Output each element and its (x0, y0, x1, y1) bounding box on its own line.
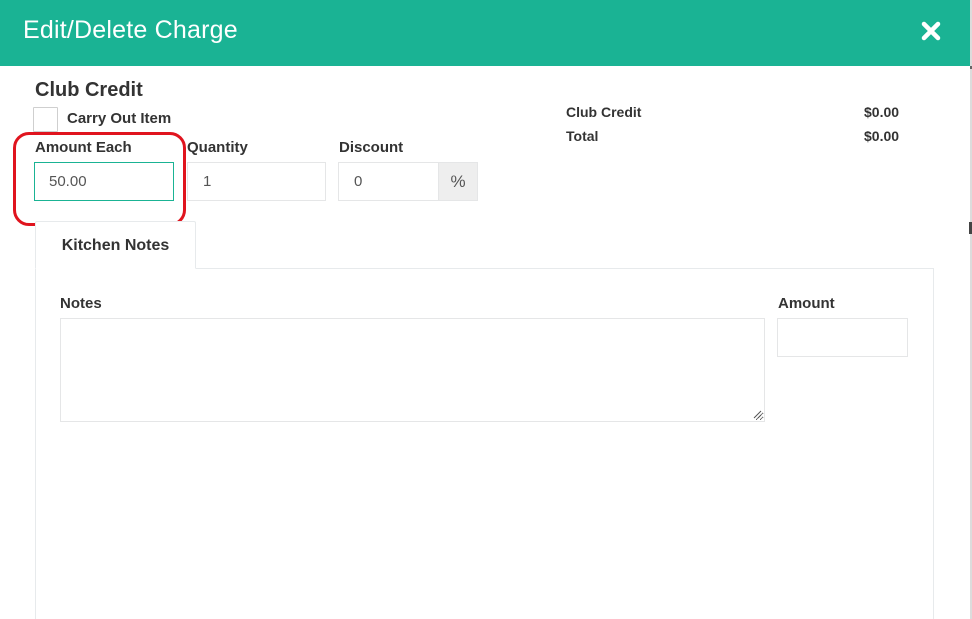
tab-kitchen-notes[interactable]: Kitchen Notes (35, 221, 196, 269)
quantity-label: Quantity (187, 139, 248, 156)
close-button[interactable] (916, 16, 946, 46)
modal-title: Edit/Delete Charge (23, 16, 238, 44)
amount-each-input[interactable] (34, 162, 174, 201)
discount-label: Discount (339, 139, 404, 156)
discount-input[interactable] (338, 162, 439, 201)
discount-percent-addon: % (439, 162, 478, 201)
carry-out-checkbox[interactable] (33, 107, 58, 132)
quantity-input[interactable] (187, 162, 326, 201)
summary-value-club-credit: $0.00 (864, 104, 900, 120)
notes-label: Notes (60, 295, 102, 312)
notes-textarea[interactable] (60, 318, 765, 422)
summary-value-total: $0.00 (864, 128, 900, 144)
item-name: Club Credit (35, 79, 143, 101)
close-icon (921, 21, 941, 41)
carry-out-label: Carry Out Item (67, 110, 172, 127)
summary-label-total: Total (566, 128, 599, 144)
summary-label-club-credit: Club Credit (566, 104, 642, 120)
amount-input[interactable] (777, 318, 908, 357)
amount-each-label: Amount Each (35, 139, 132, 156)
modal-header: Edit/Delete Charge (0, 0, 970, 66)
amount-label: Amount (778, 295, 835, 312)
